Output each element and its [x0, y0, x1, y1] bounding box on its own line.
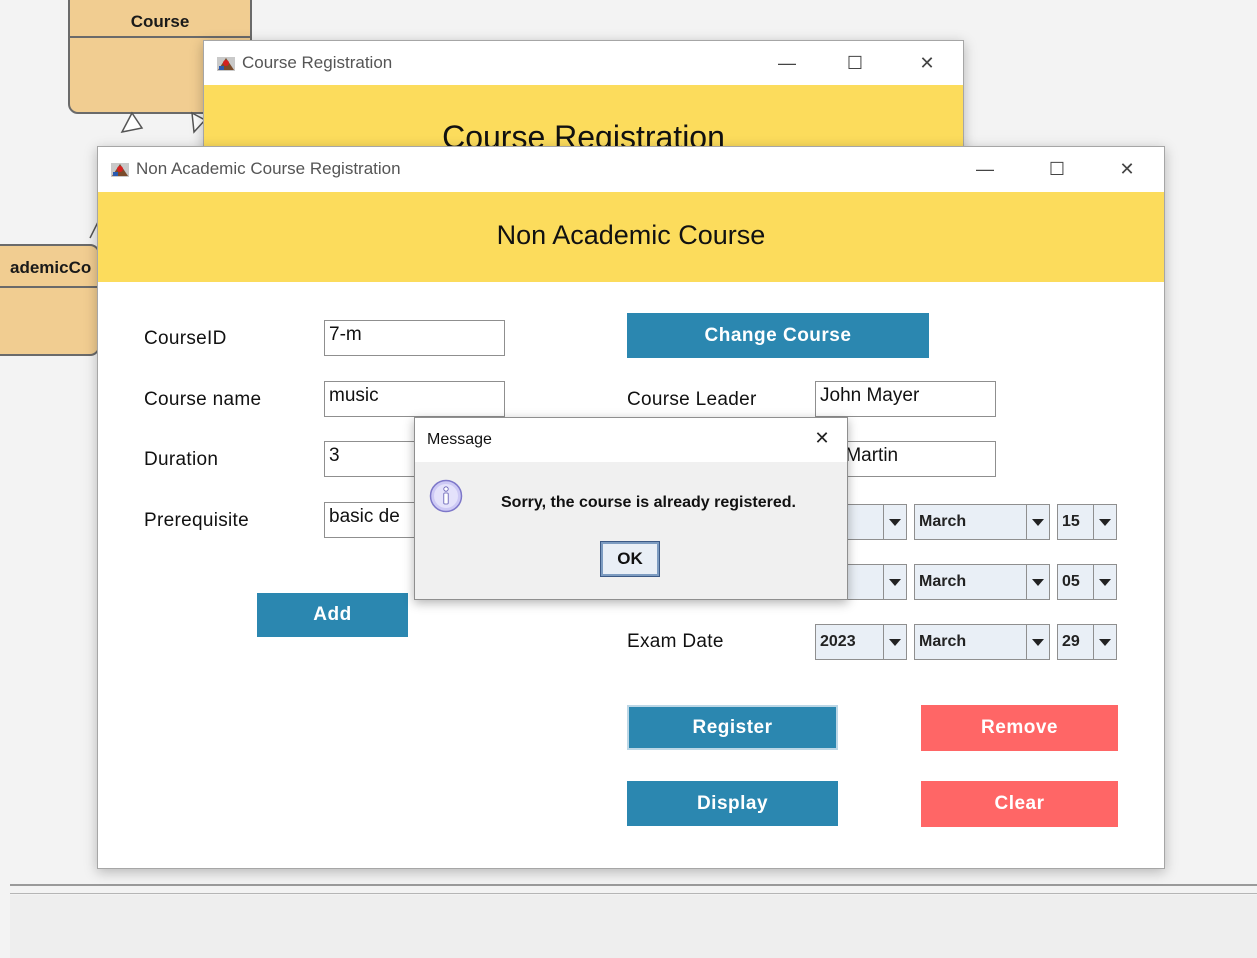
message-dialog[interactable]: Message ✕ Sorry, the course is already r… — [414, 417, 848, 600]
combo-value: March — [919, 513, 967, 530]
close-button[interactable]: ✕ — [904, 41, 950, 85]
uml-class-divider — [70, 36, 250, 38]
dialog-titlebar[interactable]: Message — [415, 418, 847, 462]
exam-day-combo[interactable]: 29 — [1057, 624, 1117, 660]
window-header-title: Non Academic Course — [496, 220, 766, 250]
ok-button[interactable]: OK — [600, 541, 660, 577]
combo-value: 15 — [1062, 513, 1080, 530]
dialog-title: Message — [427, 431, 492, 448]
combo-value: 29 — [1062, 633, 1080, 650]
combo-value: March — [919, 633, 967, 650]
maximize-button[interactable]: ☐ — [832, 41, 878, 85]
course-id-label: CourseID — [144, 328, 227, 349]
combo-value: 2023 — [820, 633, 856, 650]
remove-button[interactable]: Remove — [921, 705, 1118, 751]
close-button[interactable]: ✕ — [1104, 147, 1150, 191]
exam-month-combo[interactable]: March — [914, 624, 1050, 660]
combo-value: 05 — [1062, 573, 1080, 590]
maximize-button[interactable]: ☐ — [1034, 147, 1080, 191]
completion-month-combo[interactable]: March — [914, 564, 1050, 600]
dialog-close-button[interactable]: ✕ — [807, 428, 837, 452]
prerequisite-label: Prerequisite — [144, 510, 249, 531]
window-header: Non Academic Course — [98, 192, 1164, 282]
add-button[interactable]: Add — [257, 593, 408, 637]
java-app-icon — [217, 57, 235, 71]
bottom-divider-2 — [10, 893, 1257, 894]
dropdown-arrow-icon — [883, 565, 906, 599]
uml-class-academic[interactable]: ademicCo — [0, 244, 100, 356]
course-id-input[interactable]: 7-m — [324, 320, 505, 356]
dialog-message: Sorry, the course is already registered. — [501, 494, 796, 511]
display-button[interactable]: Display — [627, 781, 838, 826]
dropdown-arrow-icon — [1026, 625, 1049, 659]
course-leader-input[interactable]: John Mayer — [815, 381, 996, 417]
combo-value: March — [919, 573, 967, 590]
bottom-panel — [10, 895, 1257, 958]
dropdown-arrow-icon — [1026, 565, 1049, 599]
minimize-button[interactable]: — — [764, 41, 810, 85]
completion-day-combo[interactable]: 05 — [1057, 564, 1117, 600]
uml-class-divider — [0, 286, 98, 288]
dropdown-arrow-icon — [1093, 625, 1116, 659]
uml-arrow-head-left — [120, 111, 144, 134]
dropdown-arrow-icon — [1093, 505, 1116, 539]
start-day-combo[interactable]: 15 — [1057, 504, 1117, 540]
course-name-input[interactable]: music — [324, 381, 505, 417]
exam-year-combo[interactable]: 2023 — [815, 624, 907, 660]
info-icon — [429, 479, 463, 513]
minimize-button[interactable]: — — [962, 147, 1008, 191]
dropdown-arrow-icon — [1026, 505, 1049, 539]
change-course-button[interactable]: Change Course — [627, 313, 929, 358]
clear-button[interactable]: Clear — [921, 781, 1118, 827]
bottom-divider — [10, 884, 1257, 886]
uml-class-title: Course — [130, 12, 190, 31]
course-name-label: Course name — [144, 389, 262, 410]
dropdown-arrow-icon — [1093, 565, 1116, 599]
dropdown-arrow-icon — [883, 505, 906, 539]
window-title: Non Academic Course Registration — [136, 159, 401, 178]
dropdown-arrow-icon — [883, 625, 906, 659]
uml-class-title: ademicCo — [10, 258, 92, 277]
register-button[interactable]: Register — [627, 705, 838, 750]
duration-label: Duration — [144, 449, 219, 470]
start-month-combo[interactable]: March — [914, 504, 1050, 540]
window-title: Course Registration — [242, 53, 393, 72]
exam-date-label: Exam Date — [627, 631, 724, 652]
java-app-icon — [111, 163, 129, 177]
course-leader-label: Course Leader — [627, 389, 757, 410]
